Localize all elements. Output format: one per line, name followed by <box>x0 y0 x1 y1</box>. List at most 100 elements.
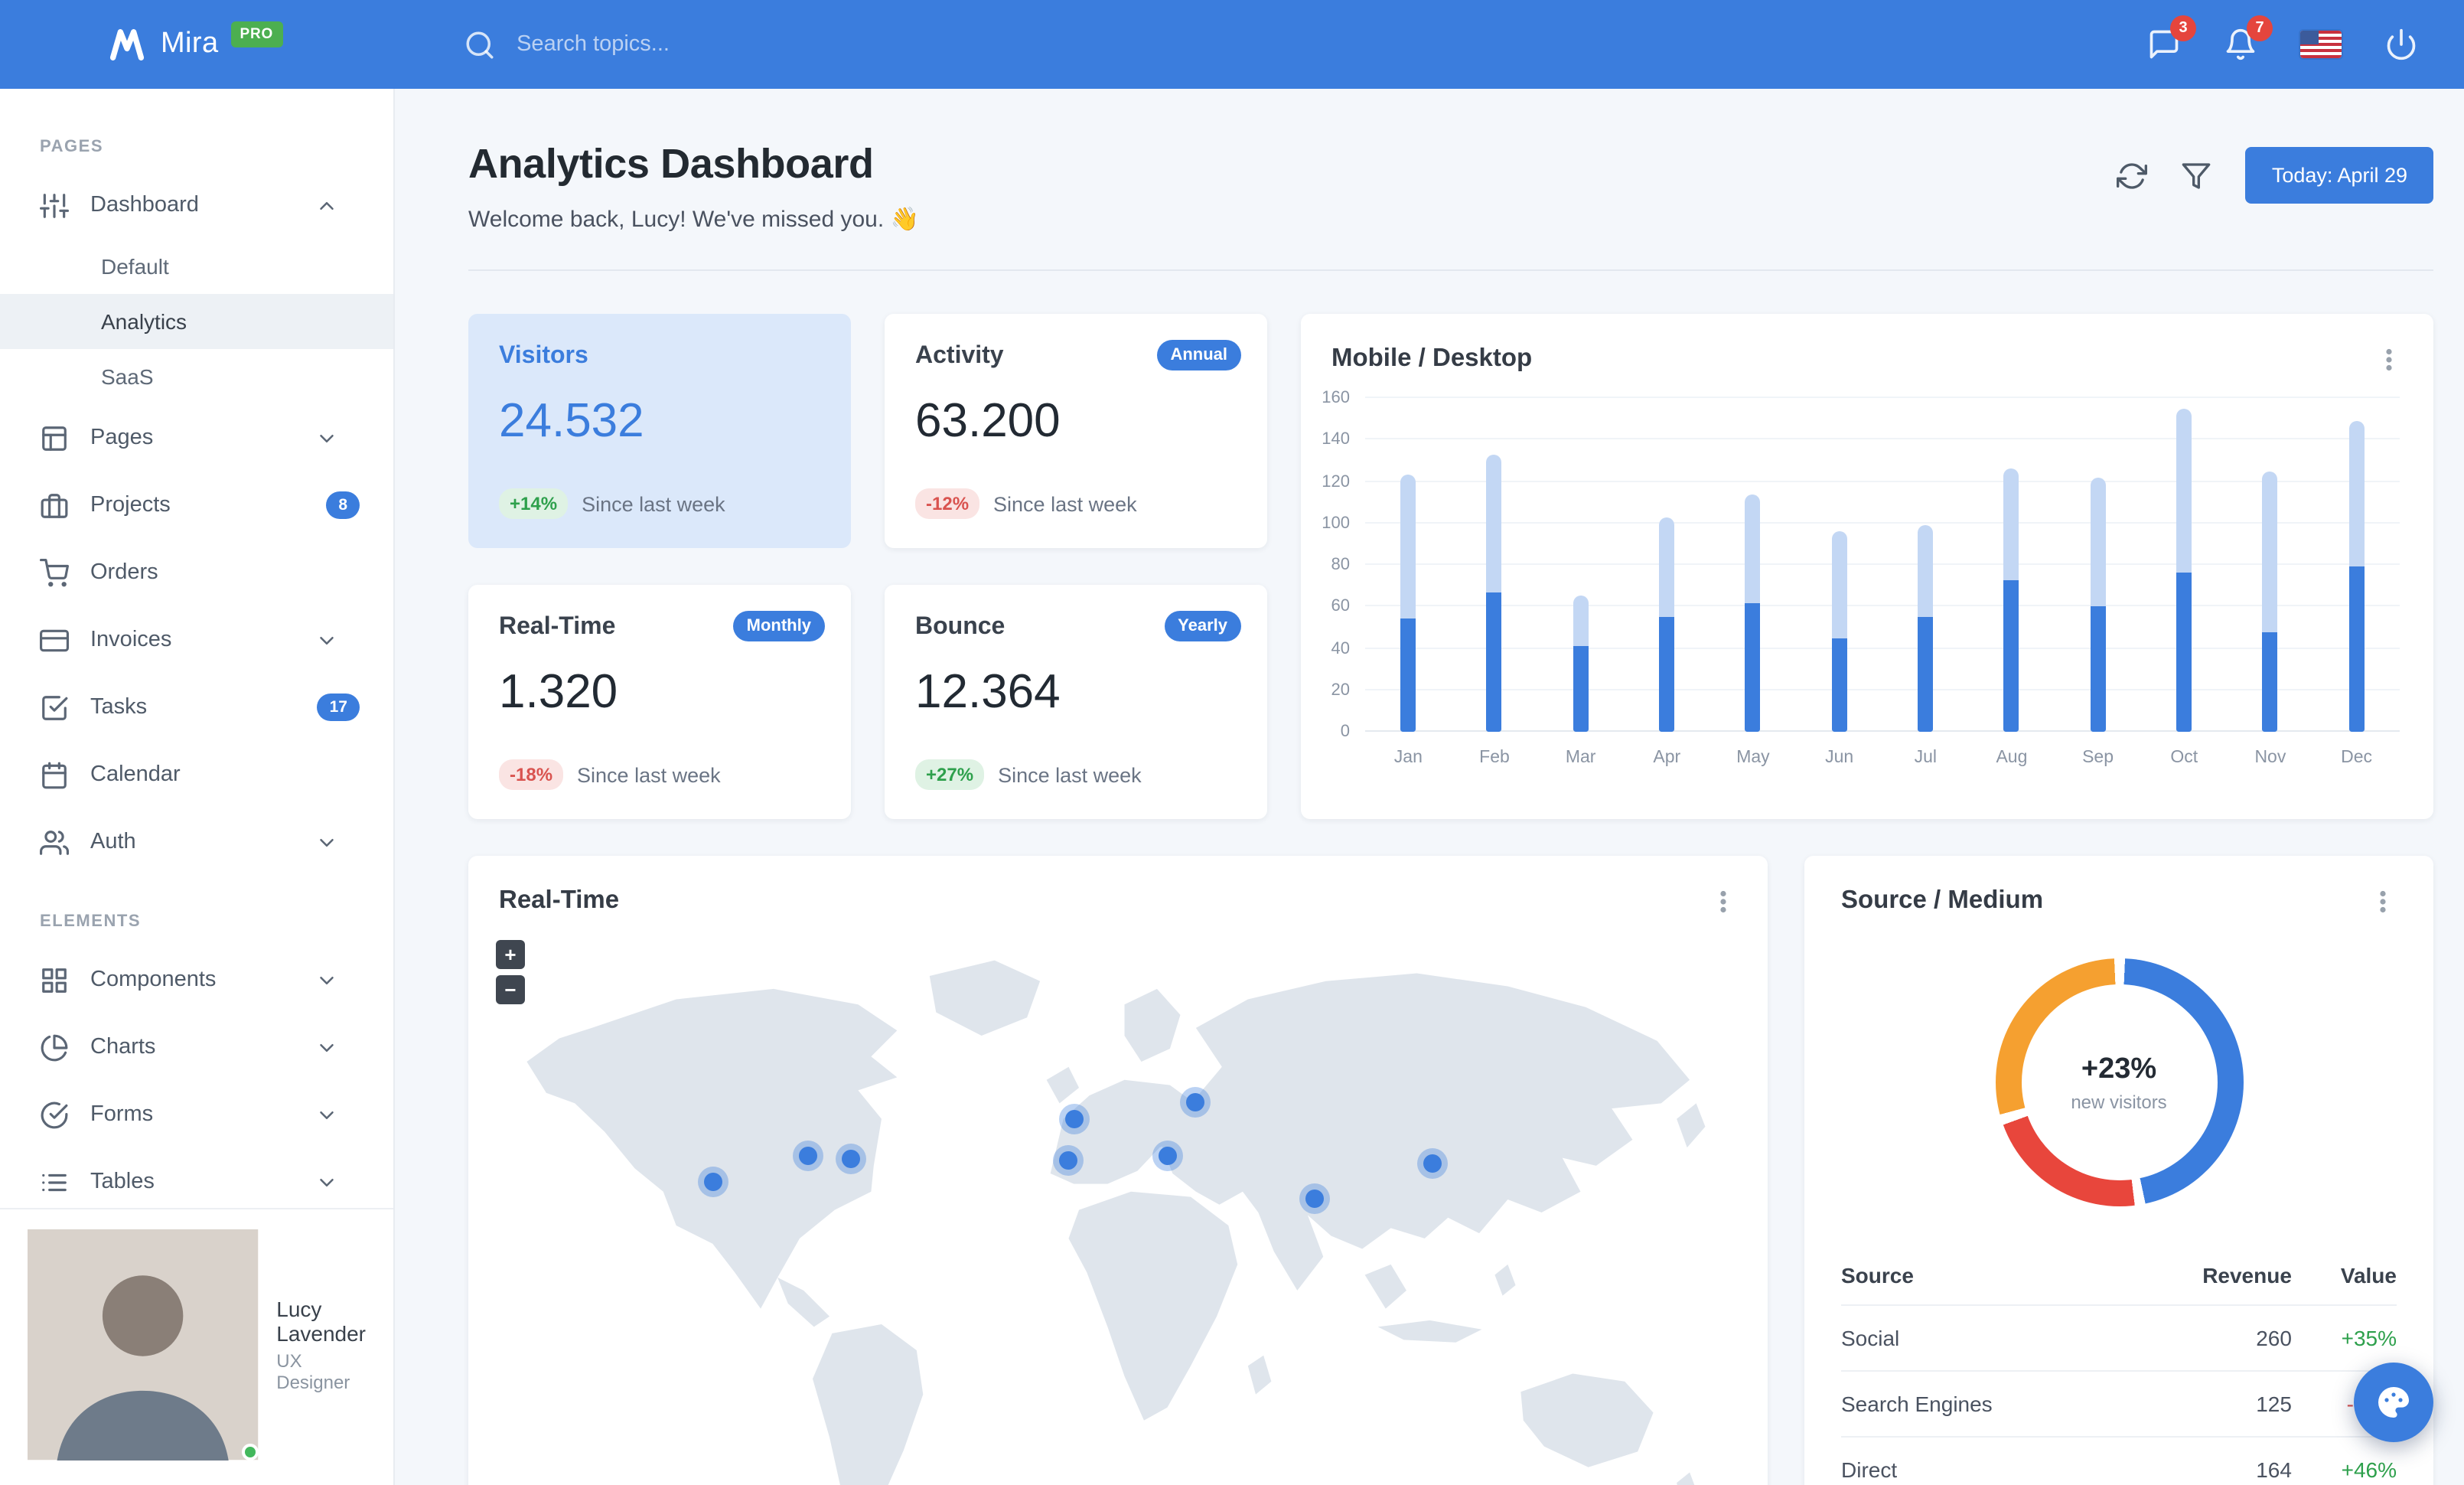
bar-segment-mobile <box>2262 632 2278 732</box>
map-marker[interactable] <box>704 1173 723 1192</box>
refresh-icon[interactable] <box>2117 160 2148 191</box>
period-badge[interactable]: Annual <box>1156 340 1241 370</box>
bar-oct[interactable] <box>2176 408 2192 732</box>
map-zoom-in-button[interactable]: + <box>496 940 525 969</box>
stat-card-bounce: Bounce Yearly 12.364 +27% Since last week <box>885 585 1267 819</box>
map-marker[interactable] <box>841 1150 860 1169</box>
mira-logo-icon <box>107 24 147 64</box>
sidebar-item-projects[interactable]: Projects 8 <box>0 472 393 539</box>
sidebar-subitem-analytics[interactable]: Analytics <box>0 294 393 349</box>
bar-segment-mobile <box>1486 592 1502 732</box>
sidebar-item-calendar[interactable]: Calendar <box>0 741 393 808</box>
bar-segment-desktop <box>1659 517 1675 618</box>
bar-jun[interactable] <box>1831 531 1847 732</box>
delta-badge: -18% <box>499 759 564 790</box>
sidebar-user[interactable]: Lucy Lavender UX Designer <box>0 1208 393 1485</box>
sidebar-item-charts[interactable]: Charts <box>0 1013 393 1081</box>
theme-settings-fab[interactable] <box>2354 1363 2433 1442</box>
map-marker[interactable] <box>1065 1109 1084 1128</box>
brand-name: Mira <box>161 28 219 60</box>
search-input[interactable] <box>517 32 1007 57</box>
sidebar-item-orders[interactable]: Orders <box>0 539 393 606</box>
map-marker[interactable] <box>1059 1151 1078 1170</box>
date-range-button[interactable]: Today: April 29 <box>2245 147 2433 204</box>
map-marker[interactable] <box>1305 1189 1324 1208</box>
sidebar-subitem-default[interactable]: Default <box>0 239 393 294</box>
bar-apr[interactable] <box>1659 517 1675 732</box>
map-marker[interactable] <box>798 1146 817 1165</box>
bar-jan[interactable] <box>1400 475 1416 732</box>
x-tick-label: Sep <box>2082 749 2114 767</box>
world-map[interactable] <box>468 937 1768 1485</box>
card-menu-icon[interactable] <box>2369 887 2397 915</box>
page-subtitle: Welcome back, Lucy! We've missed you. 👋 <box>468 207 919 233</box>
sidebar-item-label: Orders <box>90 560 158 585</box>
bar-segment-desktop <box>2348 421 2365 567</box>
header-divider <box>468 269 2433 271</box>
sidebar-item-tasks[interactable]: Tasks 17 <box>0 674 393 741</box>
bar-nov[interactable] <box>2262 471 2278 732</box>
stat-card-visitors: Visitors 24.532 +14% Since last week <box>468 314 851 548</box>
bar-segment-mobile <box>2348 566 2365 732</box>
us-flag-icon <box>2300 31 2342 58</box>
sidebar-item-tables[interactable]: Tables <box>0 1148 393 1209</box>
bar-segment-mobile <box>1745 602 1761 732</box>
briefcase-icon <box>40 491 69 520</box>
sidebar-item-auth[interactable]: Auth <box>0 808 393 876</box>
credit-card-icon <box>40 625 69 654</box>
chart-card-title: Mobile / Desktop <box>1331 344 1533 372</box>
bar-aug[interactable] <box>2003 468 2019 732</box>
notifications-button[interactable]: 7 <box>2224 15 2273 61</box>
revenue-cell: 164 <box>2124 1437 2292 1485</box>
map-marker[interactable] <box>1423 1154 1442 1173</box>
sidebar-item-label: Tasks <box>90 695 148 720</box>
card-menu-icon[interactable] <box>2375 345 2403 373</box>
map-marker[interactable] <box>1158 1147 1177 1166</box>
sliders-icon <box>40 191 69 220</box>
messages-button[interactable]: 3 <box>2147 15 2196 61</box>
bar-segment-desktop <box>1573 596 1589 647</box>
map-zoom-out-button[interactable]: − <box>496 975 525 1004</box>
filter-icon[interactable] <box>2182 160 2212 191</box>
avatar <box>28 1229 259 1461</box>
sidebar-item-dashboard[interactable]: Dashboard <box>0 171 393 239</box>
map-card-title: Real-Time <box>499 886 620 914</box>
users-icon <box>40 827 69 857</box>
sidebar-subitem-saas[interactable]: SaaS <box>0 349 393 404</box>
map-marker[interactable] <box>1185 1092 1204 1111</box>
source-table-col-value: Value <box>2291 1246 2397 1306</box>
source-table-body: Social260+35%Search Engines125-12%Direct… <box>1841 1305 2397 1485</box>
source-table-row-direct[interactable]: Direct 164 +46% <box>1841 1437 2397 1485</box>
bar-segment-desktop <box>1486 454 1502 592</box>
bar-mar[interactable] <box>1573 596 1589 732</box>
period-badge[interactable]: Monthly <box>732 611 825 641</box>
bar-feb[interactable] <box>1486 454 1502 732</box>
delta-badge: +14% <box>499 488 569 519</box>
language-button[interactable] <box>2300 31 2342 58</box>
sidebar-item-invoices[interactable]: Invoices <box>0 606 393 674</box>
header-actions: Today: April 29 <box>2117 147 2433 204</box>
bar-segment-mobile <box>2003 579 2019 732</box>
bar-dec[interactable] <box>2348 421 2365 732</box>
chart-plot <box>1365 397 2400 732</box>
sidebar-item-pages[interactable]: Pages <box>0 404 393 472</box>
card-menu-icon[interactable] <box>1709 887 1737 915</box>
signout-button[interactable] <box>2384 28 2418 61</box>
sidebar-item-label: Auth <box>90 830 136 854</box>
sidebar-item-components[interactable]: Components <box>0 946 393 1013</box>
bar-segment-desktop <box>1745 494 1761 603</box>
bar-sep[interactable] <box>2090 477 2106 732</box>
bar-may[interactable] <box>1745 494 1761 732</box>
source-card-title: Source / Medium <box>1841 886 2044 914</box>
calendar-icon <box>40 760 69 789</box>
sidebar-item-label: Calendar <box>90 762 181 787</box>
sidebar-item-forms[interactable]: Forms <box>0 1081 393 1148</box>
source-table-row-search-engines[interactable]: Search Engines125-12% <box>1841 1371 2397 1438</box>
world-map-svg <box>526 960 1706 1485</box>
period-badge[interactable]: Yearly <box>1164 611 1241 641</box>
source-table-row-social[interactable]: Social 260 +35% <box>1841 1305 2397 1372</box>
brand[interactable]: Mira PRO <box>107 21 283 64</box>
x-tick-label: Mar <box>1565 749 1596 767</box>
x-tick-label: Feb <box>1479 749 1510 767</box>
bar-jul[interactable] <box>1918 525 1934 732</box>
